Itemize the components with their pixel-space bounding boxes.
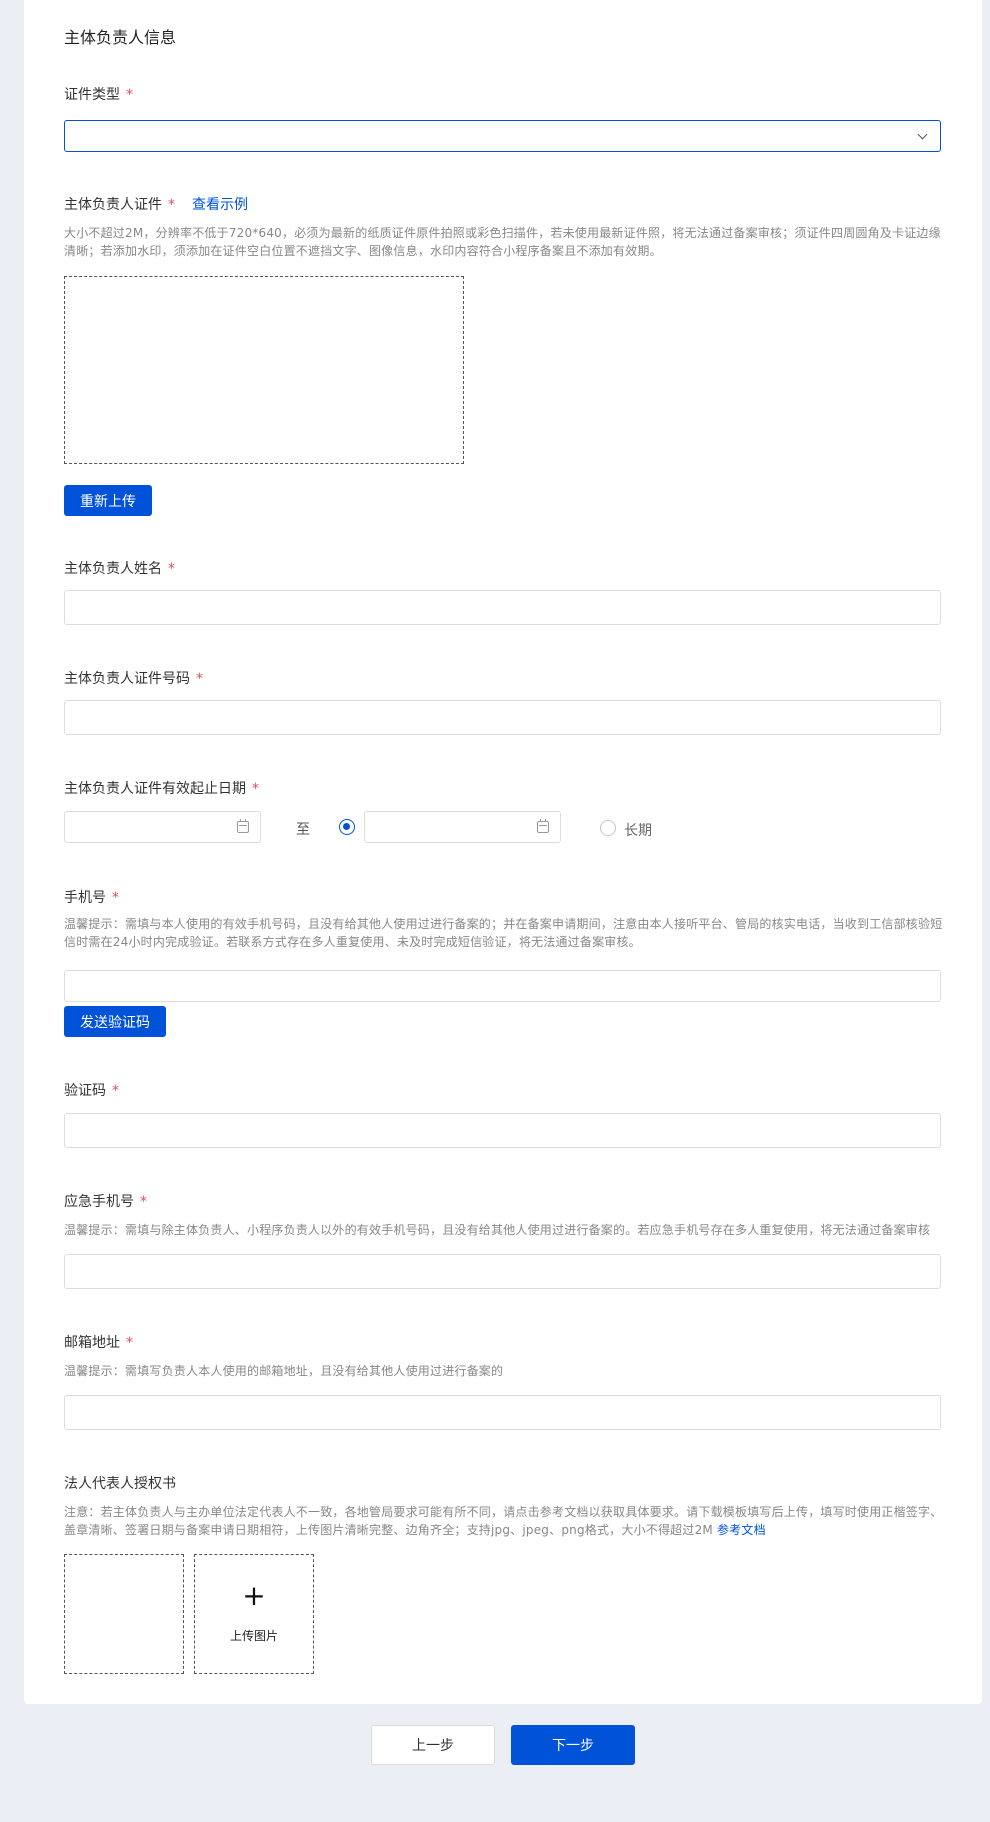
start-date-picker[interactable] [64,811,261,843]
required-mark: * [112,1083,119,1099]
name-input[interactable] [64,590,941,625]
required-mark: * [168,561,175,577]
calendar-icon [237,819,249,833]
required-mark: * [140,1194,147,1210]
emergency-phone-input[interactable] [64,1254,941,1289]
authorization-label: 法人代表人授权书 [64,1476,176,1492]
next-step-button[interactable]: 下一步 [511,1725,635,1765]
chevron-down-icon [917,129,928,140]
reference-doc-link[interactable]: 参考文档 [717,1523,766,1537]
authorization-hint: 注意：若主体负责人与主办单位法定代表人不一致，各地管局要求可能有所不同，请点击参… [64,1505,943,1537]
upload-image-label: 上传图片 [229,1629,278,1643]
reupload-button[interactable]: 重新上传 [64,485,152,516]
required-mark: * [168,197,175,213]
section-title: 主体负责人信息 [64,28,177,47]
cert-number-label: 主体负责人证件号码 * [64,671,203,687]
long-term-radio[interactable] [600,820,616,836]
calendar-icon [537,819,549,833]
emergency-phone-label: 应急手机号 * [64,1194,147,1210]
cert-upload-hint: 大小不超过2M，分辨率不低于720*640，必须为最新的纸质证件原件拍照或彩色扫… [64,226,941,258]
date-to-text: 至 [296,822,310,838]
send-code-button[interactable]: 发送验证码 [64,1006,166,1037]
required-mark: * [112,890,119,906]
email-input[interactable] [64,1395,941,1430]
verify-code-input[interactable] [64,1113,941,1148]
emergency-phone-hint: 温馨提示：需填与除主体负责人、小程序负责人以外的有效手机号码，且没有给其他人使用… [64,1223,931,1237]
verify-code-label: 验证码 * [64,1083,119,1099]
validity-label: 主体负责人证件有效起止日期 * [64,781,259,797]
email-hint: 温馨提示：需填写负责人本人使用的邮箱地址，且没有给其他人使用过进行备案的 [64,1364,504,1378]
phone-hint: 温馨提示：需填与本人使用的有效手机号码，且没有给其他人使用过进行备案的；并在备案… [64,917,943,949]
name-label: 主体负责人姓名 * [64,561,175,577]
end-date-picker[interactable] [364,811,561,843]
phone-label: 手机号 * [64,890,119,906]
cert-upload-label: 主体负责人证件 * [64,197,175,213]
authorization-image-preview[interactable] [64,1554,184,1674]
email-label: 邮箱地址 * [64,1335,133,1351]
required-mark: * [196,671,203,687]
required-mark: * [126,87,133,103]
prev-step-button[interactable]: 上一步 [371,1725,495,1765]
cert-image-preview[interactable] [64,276,464,464]
end-date-radio[interactable] [339,819,355,835]
required-mark: * [126,1335,133,1351]
required-mark: * [252,781,259,797]
upload-image-button[interactable]: + 上传图片 [194,1554,314,1674]
phone-input[interactable] [64,970,941,1002]
plus-icon: + [242,1579,266,1612]
cert-type-label: 证件类型 * [64,87,133,103]
long-term-label[interactable]: 长期 [624,820,652,840]
view-example-link[interactable]: 查看示例 [192,194,248,214]
cert-type-select[interactable] [64,120,941,152]
cert-number-input[interactable] [64,700,941,735]
